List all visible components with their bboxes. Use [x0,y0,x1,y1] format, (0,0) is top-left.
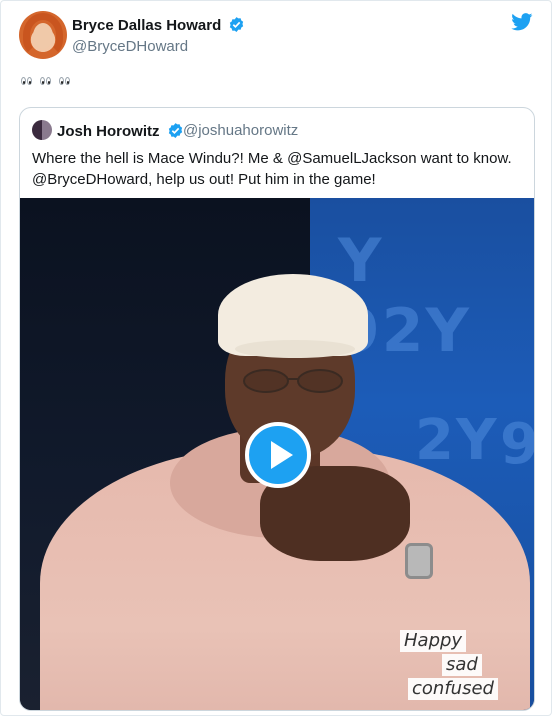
quoted-tweet[interactable]: Josh Horowitz @joshuahorowitz Where the … [19,107,535,711]
overlay-word: confused [408,678,498,700]
overlay-word: sad [442,654,482,676]
eyes-emoji-icon [21,76,33,86]
play-button[interactable] [245,422,311,488]
eyes-emoji-icon [40,76,52,86]
author-name-text: Bryce Dallas Howard [72,17,222,34]
backdrop-logo-text: 2Y [415,408,499,473]
quoted-text-line: Where the hell is Mace Windu?! Me & @Sam… [32,150,512,167]
overlay-word: Happy [400,630,467,652]
video-player[interactable]: Y 92Y 2Y 9 Happy sad confused [20,198,534,710]
twitter-bird-icon[interactable] [511,13,533,31]
author-name[interactable]: Bryce Dallas Howard [72,16,245,34]
tweet-card[interactable]: Bryce Dallas Howard @BryceDHoward Josh H… [0,0,552,716]
person-watch [405,543,433,579]
person-glasses [243,369,343,393]
quoted-author-avatar[interactable] [32,120,52,140]
author-handle[interactable]: @BryceDHoward [72,38,188,55]
verified-badge-icon [168,123,182,138]
quoted-author-name-text: Josh Horowitz [57,123,160,140]
quoted-author-handle[interactable]: @joshuahorowitz [183,122,298,139]
tweet-text [21,73,73,90]
verified-badge-icon [230,17,244,32]
quoted-author-name[interactable]: Josh Horowitz [57,122,184,140]
avatar-hair [23,13,63,57]
video-caption-overlay: Happy sad confused [396,630,524,702]
backdrop-logo-text: 9 [500,412,534,477]
quoted-tweet-text: Where the hell is Mace Windu?! Me & @Sam… [32,148,524,190]
eyes-emoji-icon [59,76,71,86]
person-cap-brim [235,340,355,358]
backdrop-logo-text: Y 92Y [338,226,471,366]
author-avatar[interactable] [19,11,67,59]
quoted-text-line: @BryceDHoward, help us out! Put him in t… [32,171,376,188]
